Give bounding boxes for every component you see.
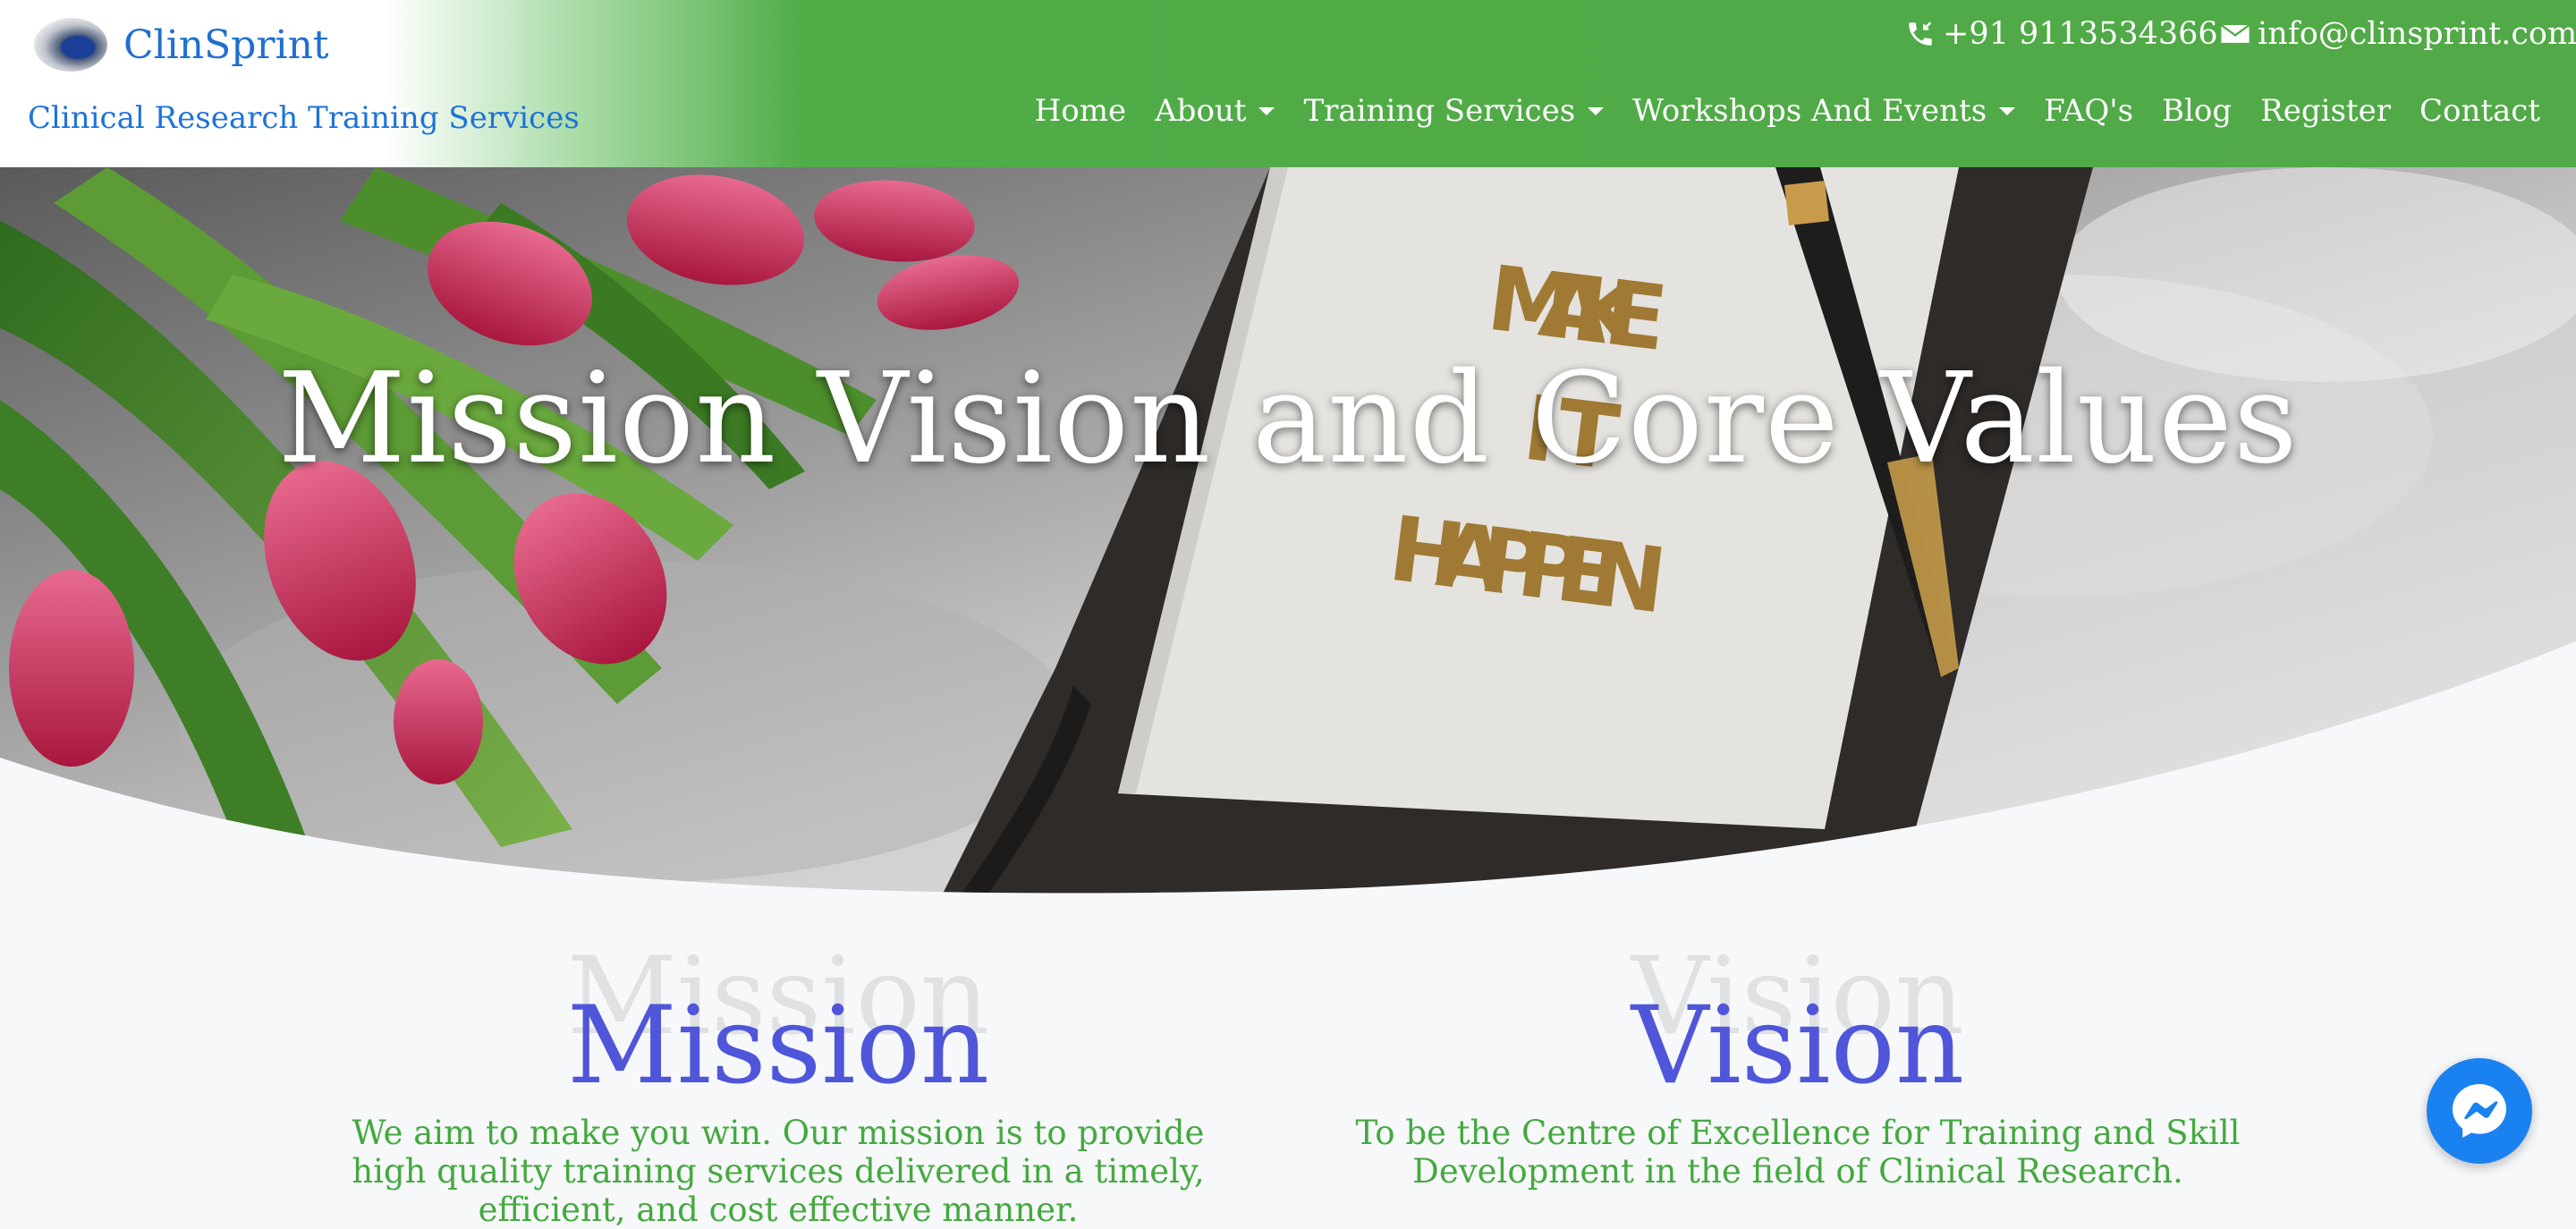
hero-banner: MAKE IT HAPPEN Mission Vision and Core V…: [0, 167, 2576, 901]
clinsprint-logo-icon: [34, 18, 107, 72]
nav-register[interactable]: Register: [2260, 93, 2391, 129]
nav-blog[interactable]: Blog: [2162, 93, 2232, 129]
caret-down-icon: [1258, 106, 1275, 115]
vision-description: To be the Centre of Excellence for Train…: [1351, 1114, 2245, 1191]
phone-link[interactable]: +91 9113534366: [1905, 16, 2218, 52]
brand-tagline: Clinical Research Training Services: [28, 100, 580, 136]
vision-heading: Vision: [1631, 984, 1965, 1108]
nav-contact-label: Contact: [2419, 93, 2540, 129]
mission-description: We aim to make you win. Our mission is t…: [331, 1114, 1225, 1229]
nav-home-label: Home: [1034, 93, 1127, 129]
nav-blog-label: Blog: [2162, 93, 2233, 129]
nav-training-services[interactable]: Training Services: [1303, 93, 1605, 129]
hero-title: Mission Vision and Core Values: [277, 346, 2299, 492]
nav-workshops-label: Workshops And Events: [1632, 93, 1987, 129]
nav-register-label: Register: [2260, 93, 2391, 129]
nav-faqs[interactable]: FAQ's: [2044, 93, 2133, 129]
envelope-icon: [2220, 24, 2250, 43]
hero-background-image: MAKE IT HAPPEN: [0, 167, 2576, 901]
nav-home[interactable]: Home: [1035, 93, 1126, 129]
nav-contact[interactable]: Contact: [2419, 93, 2540, 129]
messenger-chat-button[interactable]: [2427, 1058, 2532, 1164]
mission-line-1: We aim to make you win. Our mission is t…: [352, 1114, 1205, 1152]
nav-workshops-and-events[interactable]: Workshops And Events: [1632, 93, 2016, 129]
brand-name: ClinSprint: [123, 21, 329, 68]
mission-heading: Mission: [566, 984, 990, 1108]
nav-faqs-label: FAQ's: [2044, 93, 2134, 129]
main-nav: Home About Training Services Workshops A…: [1006, 93, 2540, 129]
mission-line-2: high quality training services delivered…: [352, 1152, 1205, 1191]
email-address: info@clinsprint.com: [2258, 16, 2576, 52]
caret-down-icon: [1999, 106, 2016, 115]
brand-link[interactable]: ClinSprint: [34, 18, 329, 72]
site-header: ClinSprint Clinical Research Training Se…: [0, 0, 2576, 167]
caret-down-icon: [1588, 106, 1605, 115]
email-link[interactable]: info@clinsprint.com: [2220, 16, 2576, 52]
nav-training-services-label: Training Services: [1303, 93, 1576, 129]
vision-line-1: To be the Centre of Excellence for Train…: [1355, 1114, 2241, 1152]
phone-number: +91 9113534366: [1943, 16, 2218, 52]
messenger-icon: [2453, 1084, 2506, 1138]
phone-icon: [1909, 21, 1932, 46]
mission-line-3: efficient, and cost effective manner.: [478, 1191, 1079, 1229]
nav-about-label: About: [1155, 93, 1247, 129]
vision-line-2: Development in the field of Clinical Res…: [1412, 1152, 2183, 1191]
nav-about[interactable]: About: [1155, 93, 1275, 129]
